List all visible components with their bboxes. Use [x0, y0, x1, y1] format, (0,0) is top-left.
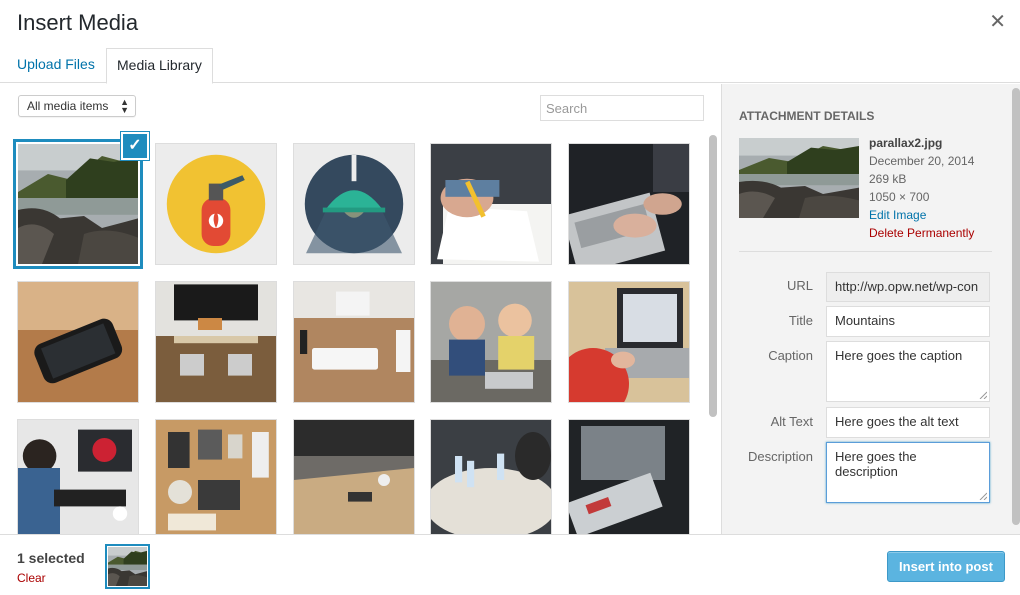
- url-field[interactable]: http://wp.opw.net/wp-con: [826, 272, 990, 302]
- insert-into-post-button[interactable]: Insert into post: [887, 551, 1005, 582]
- media-thumbnail-flat-lay-items[interactable]: [155, 419, 277, 534]
- alt-text-field[interactable]: Here goes the alt text: [826, 407, 990, 438]
- thumbnail-image: [294, 282, 414, 402]
- thumbnail-image: [156, 282, 276, 402]
- tab-bar: Upload Files Media Library: [0, 48, 1020, 84]
- sidebar-scrollbar-thumb[interactable]: [1012, 88, 1020, 525]
- caption-field[interactable]: Here goes the caption: [826, 341, 990, 402]
- thumbnail-image: [18, 282, 138, 402]
- selection-count: 1 selected: [17, 550, 85, 566]
- title-field[interactable]: Mountains: [826, 306, 990, 337]
- media-thumbnail-fire-extinguisher-icon[interactable]: [155, 143, 277, 265]
- thumbnail-image: [431, 420, 551, 534]
- thumbnail-image: [569, 144, 689, 264]
- thumbnail-image: [739, 138, 859, 218]
- attachment-meta: parallax2.jpg December 20, 2014 269 kB 1…: [869, 134, 974, 242]
- attachment-date: December 20, 2014: [869, 154, 975, 168]
- attachment-preview: [739, 138, 859, 218]
- thumbnail-image: [431, 282, 551, 402]
- media-thumbnail-meeting-table-bottles[interactable]: [430, 419, 552, 534]
- attachment-dimensions: 1050 × 700: [869, 190, 930, 204]
- media-thumbnail-mountains-river[interactable]: [13, 139, 143, 269]
- checkmark-icon[interactable]: ✓: [121, 132, 149, 160]
- media-thumbnail-kids-with-laptop[interactable]: [430, 281, 552, 403]
- thumbnail-image: [294, 144, 414, 264]
- media-thumbnail-person-using-laptop[interactable]: [568, 281, 690, 403]
- title-label: Title: [788, 313, 813, 328]
- selected-item-thumbnail[interactable]: [105, 544, 150, 589]
- tab-upload-files[interactable]: Upload Files: [7, 48, 105, 83]
- delete-permanently-link[interactable]: Delete Permanently: [869, 224, 974, 242]
- divider: [739, 251, 992, 252]
- media-thumbnail-laptop-in-dark[interactable]: [568, 419, 690, 534]
- caption-label: Caption: [768, 348, 813, 363]
- media-thumbnail-hand-writing-notebook[interactable]: [430, 143, 552, 265]
- grid-scrollbar[interactable]: [708, 135, 718, 533]
- media-type-filter[interactable]: All media items ▲ ▼: [18, 95, 136, 117]
- thumbnail-image: [18, 144, 138, 264]
- close-icon[interactable]: ✕: [989, 12, 1006, 32]
- tab-media-library[interactable]: Media Library: [106, 48, 213, 84]
- resize-handle-icon[interactable]: [979, 391, 987, 399]
- attachment-details-panel: ATTACHMENT DETAILS parallax2.jpg Decembe…: [721, 84, 1020, 534]
- grid-scrollbar-thumb[interactable]: [709, 135, 717, 417]
- media-thumbnail-keyboard-on-desk[interactable]: [293, 281, 415, 403]
- media-thumbnail-person-at-computer[interactable]: [17, 419, 139, 534]
- thumbnail-image: [156, 420, 276, 534]
- attachment-details-heading: ATTACHMENT DETAILS: [739, 109, 875, 123]
- media-grid: [0, 130, 706, 534]
- description-field[interactable]: Here goes the description: [826, 442, 990, 503]
- select-arrows-icon: ▲ ▼: [120, 97, 129, 115]
- thumbnail-image: [108, 547, 147, 586]
- attachment-size: 269 kB: [869, 172, 907, 186]
- alt-text-label: Alt Text: [770, 414, 813, 429]
- description-label: Description: [747, 449, 813, 464]
- filter-selected-value: All media items: [27, 99, 109, 113]
- edit-image-link[interactable]: Edit Image: [869, 206, 974, 224]
- media-thumbnail-hands-on-laptop[interactable]: [568, 143, 690, 265]
- caption-value: Here goes the caption: [835, 348, 963, 363]
- media-thumbnail-office-table[interactable]: [293, 419, 415, 534]
- resize-handle-icon[interactable]: [979, 492, 987, 500]
- thumbnail-image: [569, 420, 689, 534]
- media-thumbnail-lamp-icon[interactable]: [293, 143, 415, 265]
- thumbnail-image: [294, 420, 414, 534]
- url-label: URL: [786, 278, 813, 293]
- thumbnail-image: [156, 144, 276, 264]
- attachment-filename: parallax2.jpg: [869, 136, 943, 150]
- modal-header: Insert Media ✕: [0, 0, 1020, 48]
- thumbnail-image: [431, 144, 551, 264]
- thumbnail-image: [18, 420, 138, 534]
- modal-footer: 1 selected Clear Insert into post: [0, 534, 1020, 595]
- description-value: Here goes the description: [835, 449, 917, 479]
- search-input[interactable]: [540, 95, 704, 121]
- thumbnail-image: [569, 282, 689, 402]
- sidebar-scrollbar[interactable]: [1011, 88, 1020, 528]
- modal-title: Insert Media: [17, 10, 139, 35]
- media-thumbnail-smartphone-on-wood[interactable]: [17, 281, 139, 403]
- media-thumbnail-desk-with-monitor[interactable]: [155, 281, 277, 403]
- clear-selection-link[interactable]: Clear: [17, 571, 46, 585]
